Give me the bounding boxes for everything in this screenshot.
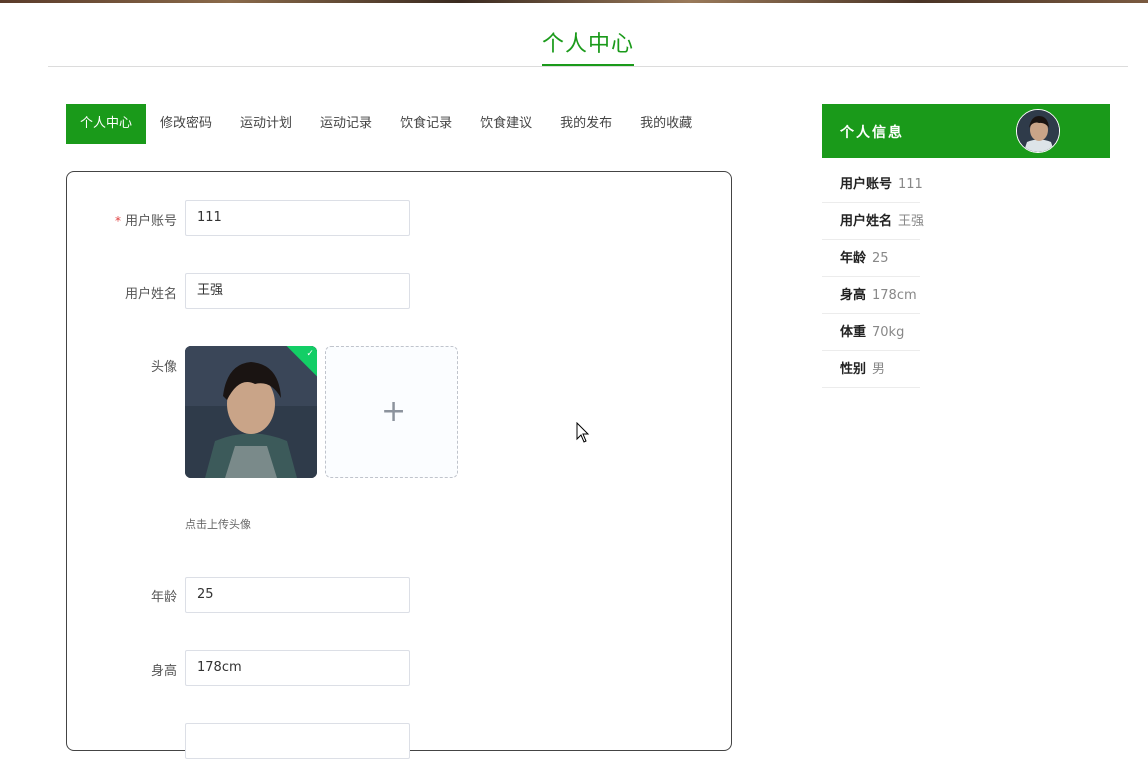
page-title: 个人中心 (541, 32, 634, 57)
avatar-upload-button[interactable]: + (325, 346, 458, 478)
weight-input[interactable] (185, 723, 410, 759)
tab-diet-advice[interactable]: 饮食建议 (466, 104, 546, 144)
info-item-account: 用户账号 111 (822, 166, 923, 203)
title-divider (48, 66, 1128, 67)
avatar-upload-hint: 点击上传头像 (185, 518, 251, 531)
tab-change-password[interactable]: 修改密码 (146, 104, 226, 144)
info-item-height: 身高 178cm (822, 277, 920, 314)
info-avatar (1016, 109, 1060, 153)
mouse-cursor-icon (576, 421, 590, 448)
avatar-label: 头像 (150, 360, 177, 375)
info-list: 用户账号 111 用户姓名 王强 年龄 25 身高 178cm 体重 70kg 性别男 (822, 166, 1110, 388)
avatar-image (185, 346, 317, 478)
check-icon: ✓ (306, 348, 314, 359)
height-input[interactable]: 178cm (185, 650, 410, 686)
info-item-weight: 体重 70kg (822, 314, 920, 351)
info-item-name: 用户姓名 王强 (822, 203, 924, 240)
required-mark: * (114, 214, 121, 228)
info-panel-header: 个人信息 (822, 104, 1110, 158)
name-input[interactable]: 王强 (185, 273, 410, 309)
info-panel-title: 个人信息 (840, 125, 904, 141)
profile-form: * 用户账号 111 用户姓名 王强 头像 ✓ + 点击上传头像 年龄 25 身高… (66, 171, 732, 759)
account-label: * 用户账号 (114, 214, 177, 229)
height-label: 身高 (150, 664, 177, 679)
tab-bar: 个人中心 修改密码 运动计划 运动记录 饮食记录 饮食建议 我的发布 我的收藏 (66, 104, 706, 144)
avatar-preview[interactable]: ✓ (185, 346, 317, 478)
name-label: 用户姓名 (124, 287, 177, 302)
tab-my-favorites[interactable]: 我的收藏 (626, 104, 706, 144)
info-item-age: 年龄 25 (822, 240, 920, 277)
tab-my-posts[interactable]: 我的发布 (546, 104, 626, 144)
personal-info-panel: 个人信息 用户账号 111 用户姓名 王强 年龄 25 身高 178cm 体重 70kg … (822, 104, 1110, 388)
tab-diet-record[interactable]: 饮食记录 (386, 104, 466, 144)
tab-exercise-record[interactable]: 运动记录 (306, 104, 386, 144)
tab-personal-center[interactable]: 个人中心 (66, 104, 147, 144)
plus-icon: + (381, 394, 407, 429)
account-input[interactable]: 111 (185, 200, 410, 236)
info-item-gender: 性别男 (822, 351, 920, 388)
top-banner-strip (0, 0, 1148, 3)
tab-exercise-plan[interactable]: 运动计划 (226, 104, 306, 144)
age-label: 年龄 (150, 590, 177, 605)
age-input[interactable]: 25 (185, 577, 410, 613)
